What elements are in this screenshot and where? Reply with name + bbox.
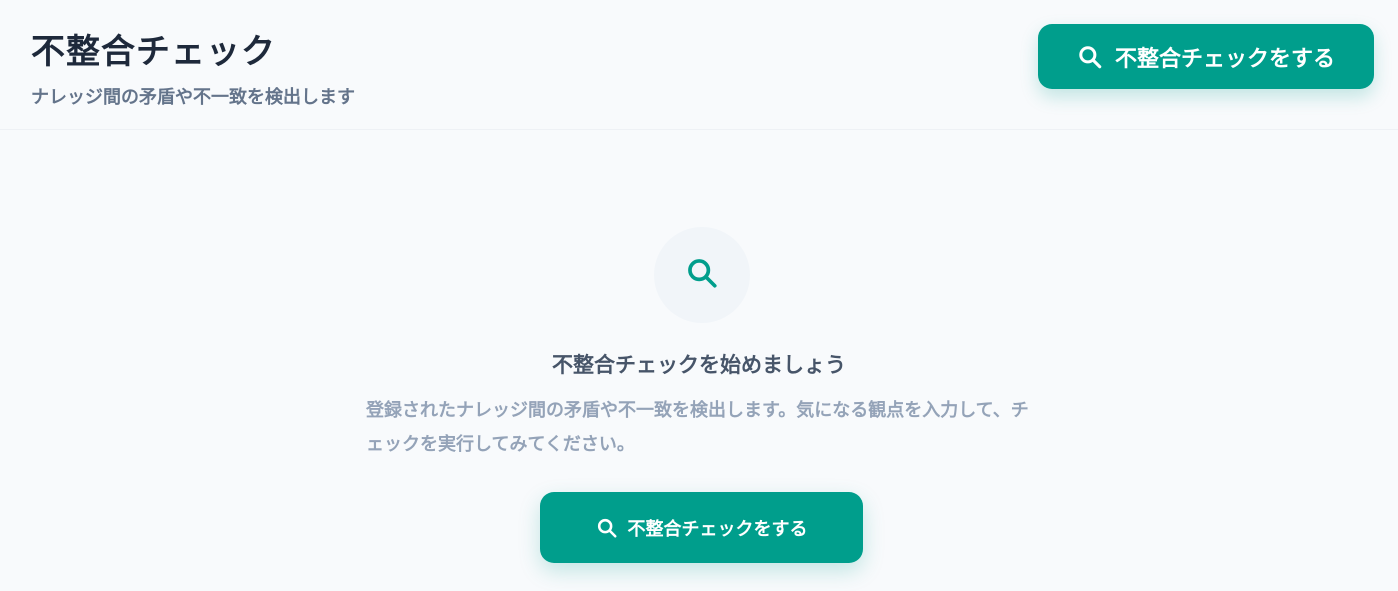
- inconsistency-check-button-main[interactable]: 不整合チェックをする: [540, 492, 863, 563]
- inconsistency-check-button-label: 不整合チェックをする: [1114, 46, 1335, 72]
- page-title: 不整合チェック: [31, 32, 276, 72]
- empty-state-title: 不整合チェックを始めましょう: [552, 353, 846, 377]
- page: 不整合チェック ナレッジ間の矛盾や不一致を検出します 不整合チェックをする 不整…: [0, 0, 1398, 591]
- inconsistency-check-button-header[interactable]: 不整合チェックをする: [1038, 24, 1374, 89]
- page-header: 不整合チェック ナレッジ間の矛盾や不一致を検出します 不整合チェックをする: [0, 0, 1398, 130]
- search-icon: [596, 517, 618, 539]
- inconsistency-check-button-label: 不整合チェックをする: [627, 518, 808, 540]
- search-icon: [1077, 44, 1103, 70]
- search-icon: [685, 256, 719, 294]
- page-subtitle: ナレッジ間の矛盾や不一致を検出します: [31, 87, 355, 108]
- empty-state-icon-circle: [654, 227, 750, 323]
- empty-state-description: 登録されたナレッジ間の矛盾や不一致を検出します。気になる観点を入力して、チェック…: [366, 400, 1029, 455]
